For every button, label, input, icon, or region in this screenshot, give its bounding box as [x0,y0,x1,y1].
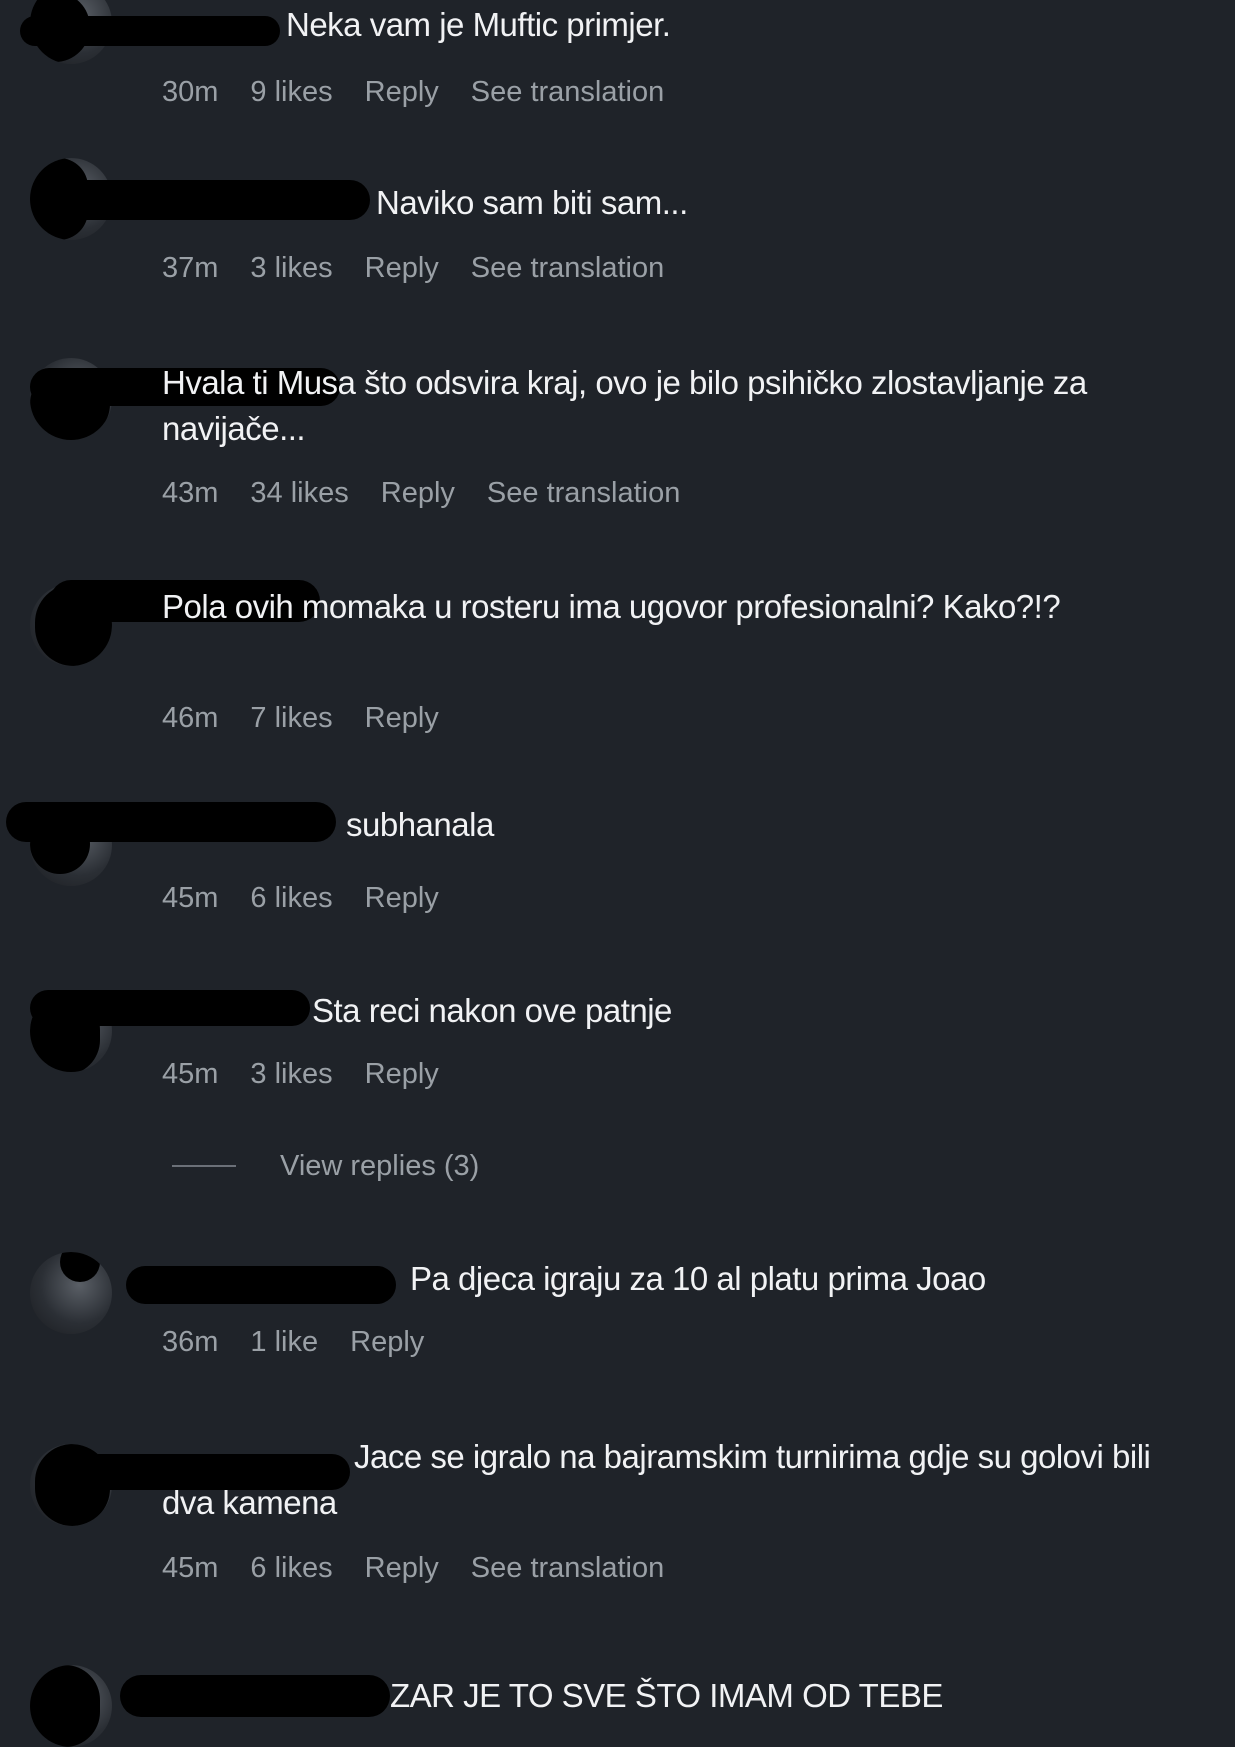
see-translation-button[interactable]: See translation [471,72,664,112]
comment-text: ZAR JE TO SVE ŠTO IMAM OD TEBE [390,1677,943,1714]
comment-likes[interactable]: 3 likes [250,1054,332,1094]
reply-button[interactable]: Reply [381,473,455,513]
see-translation-button[interactable]: See translation [471,248,664,288]
reply-button[interactable]: Reply [365,72,439,112]
view-replies-label[interactable]: View replies (3) [280,1146,479,1186]
comment-likes[interactable]: 1 like [250,1322,318,1362]
reply-button[interactable]: Reply [365,1054,439,1094]
comment-text: Hvala ti Musa što odsvira kraj, ovo je b… [162,364,1087,447]
comment-time: 30m [162,76,219,108]
avatar[interactable] [30,1665,112,1747]
reply-button[interactable]: Reply [365,698,439,738]
see-translation-button[interactable]: See translation [471,1548,664,1588]
comment-time: 43m [162,477,219,509]
view-replies-divider [172,1165,236,1167]
comment-meta: 45m 6 likes Reply See translation [162,1548,664,1588]
view-replies-button[interactable]: View replies (3) [172,1146,479,1186]
reply-button[interactable]: Reply [350,1322,424,1362]
reply-button[interactable]: Reply [365,1548,439,1588]
reply-button[interactable]: Reply [365,878,439,918]
comment-likes[interactable]: 34 likes [250,473,348,513]
redacted-username [20,16,280,46]
comment-meta: 46m 7 likes Reply [162,698,439,738]
comment-text: Neka vam je Muftic primjer. [286,6,671,43]
avatar[interactable] [30,1252,112,1334]
comment-text: Jace se igralo na bajramskim turnirima g… [162,1438,1151,1521]
comment-text: Naviko sam biti sam... [376,184,688,221]
redacted-username [120,1675,390,1717]
comment-likes[interactable]: 6 likes [250,1548,332,1588]
comment-likes[interactable]: 3 likes [250,248,332,288]
comment-text: Sta reci nakon ove patnje [312,992,672,1029]
redacted-username [60,180,370,220]
comment-time: 46m [162,702,219,734]
see-translation-button[interactable]: See translation [487,473,680,513]
comment-likes[interactable]: 9 likes [250,72,332,112]
comment-meta: 37m 3 likes Reply See translation [162,248,664,288]
comment-time: 45m [162,882,219,914]
comment-text: Pa djeca igraju za 10 al platu prima Joa… [410,1260,986,1297]
comment-meta: 43m 34 likes Reply See translation [162,473,680,513]
redacted-username [126,1266,396,1304]
redacted-username [6,802,336,842]
comment-time: 37m [162,252,219,284]
comment-meta: 30m 9 likes Reply See translation [162,72,664,112]
comment-likes[interactable]: 6 likes [250,878,332,918]
reply-button[interactable]: Reply [365,248,439,288]
comment-meta: 45m 3 likes Reply [162,1054,439,1094]
comment-meta: 36m 1 like Reply [162,1322,424,1362]
comment-time: 36m [162,1326,219,1358]
comment-text: subhanala [346,806,494,843]
comment-likes[interactable]: 7 likes [250,698,332,738]
comment-time: 45m [162,1058,219,1090]
comment-text: Pola ovih momaka u rosteru ima ugovor pr… [162,588,1061,625]
redacted-username [30,990,310,1026]
comment-meta: 45m 6 likes Reply [162,878,439,918]
comment-time: 45m [162,1552,219,1584]
